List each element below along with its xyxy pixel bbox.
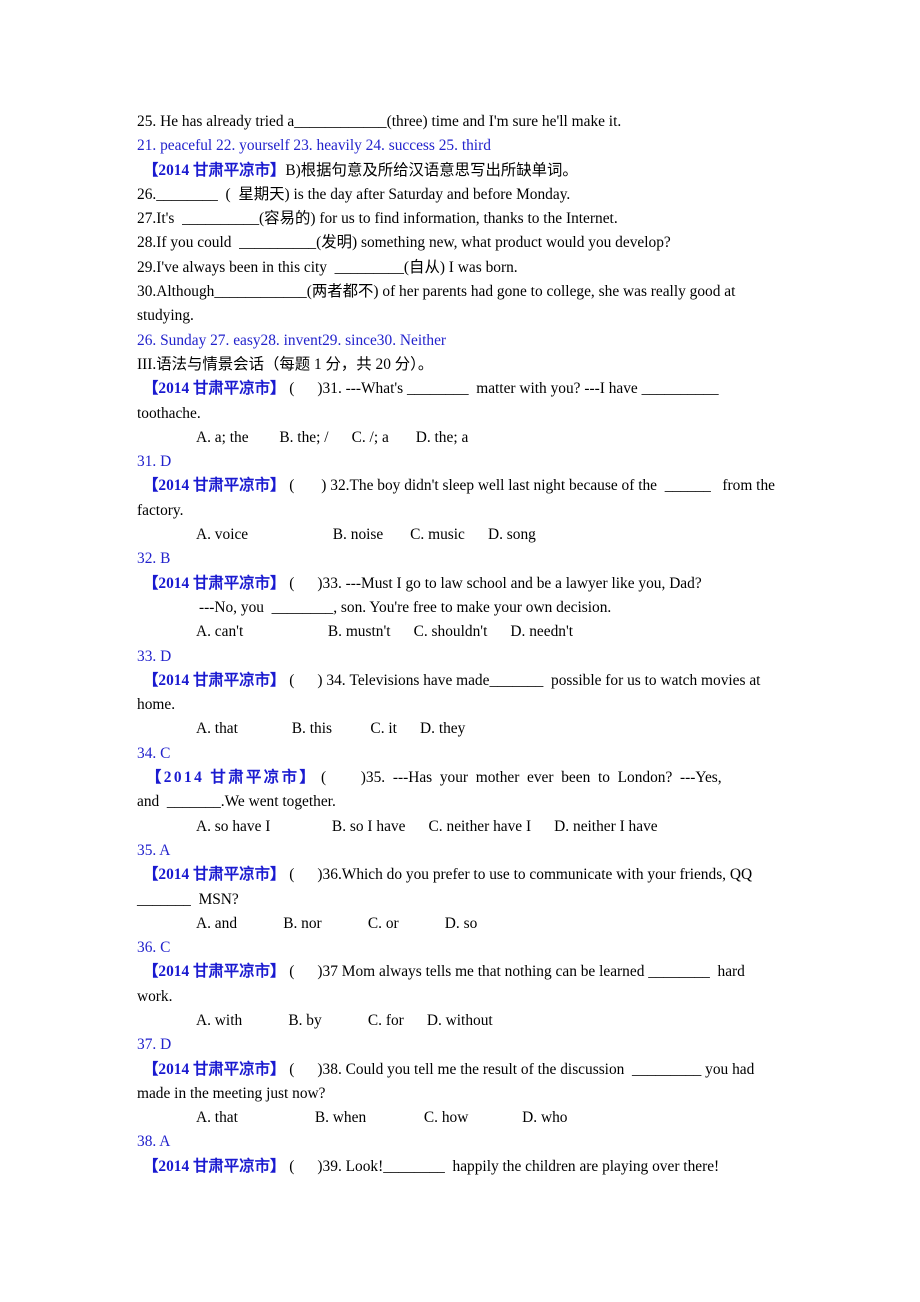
source-tag: 【2014 甘肃平凉市】	[143, 574, 286, 592]
answer-26-30: 26. Sunday 27. easy28. invent29. since30…	[137, 331, 447, 349]
source-tag: 【2014 甘肃平凉市】	[143, 963, 286, 981]
source-tag: 【2014 甘肃平凉市】	[143, 477, 286, 495]
question-33-text: ( )33. ---Must I go to law school and be…	[285, 574, 702, 592]
question-38-text: ( )38. Could you tell me the result of t…	[285, 1060, 755, 1078]
question-39-text: ( )39. Look!________ happily the childre…	[285, 1157, 720, 1175]
question-34-line2: home.	[137, 696, 176, 714]
question-33-options: A. can't B. mustn't C. shouldn't D. need…	[196, 623, 574, 641]
question-34-options: A. that B. this C. it D. they	[196, 720, 466, 738]
question-36-options: A. and B. nor C. or D. so	[196, 914, 478, 932]
answer-36: 36. C	[137, 939, 171, 957]
source-tag: 【2014 甘肃平凉市】	[143, 161, 286, 179]
source-tag: 【2014 甘肃平凉市】	[143, 866, 286, 884]
question-36-line2: _______ MSN?	[137, 890, 239, 908]
question-36-text: ( )36.Which do you prefer to use to comm…	[285, 866, 753, 884]
question-36-line1: 【2014 甘肃平凉市】 ( )36.Which do you prefer t…	[137, 863, 785, 887]
document-content: 25. He has already tried a____________(t…	[137, 110, 785, 1179]
source-tag: 【2014 甘肃平凉市】	[146, 769, 318, 787]
answer-37: 37. D	[137, 1036, 172, 1054]
question-33-line2: ---No, you ________, son. You're free to…	[199, 598, 612, 616]
answer-35: 35. A	[137, 841, 171, 859]
answer-34: 34. C	[137, 744, 171, 762]
question-35-line2: and _______.We went together.	[137, 793, 336, 811]
question-33-line1: 【2014 甘肃平凉市】 ( )33. ---Must I go to law …	[137, 572, 785, 596]
question-38-line2: made in the meeting just now?	[137, 1084, 326, 1102]
question-32-line2: factory.	[137, 501, 184, 519]
answer-38: 38. A	[137, 1133, 171, 1151]
question-28: 28.If you could __________(发明) something…	[137, 234, 671, 252]
section-b-instruction-line: 【2014 甘肃平凉市】B)根据句意及所给汉语意思写出所缺单词。	[137, 159, 785, 183]
question-37-line2: work.	[137, 987, 173, 1005]
question-32-options: A. voice B. noise C. music D. song	[196, 526, 536, 544]
question-30-line2: studying.	[137, 307, 194, 325]
source-tag: 【2014 甘肃平凉市】	[143, 1157, 286, 1175]
answer-33: 33. D	[137, 647, 172, 665]
source-tag: 【2014 甘肃平凉市】	[143, 1060, 286, 1078]
question-37-line1: 【2014 甘肃平凉市】 ( )37 Mom always tells me t…	[137, 960, 785, 984]
question-26: 26.________ ( 星期天) is the day after Satu…	[137, 185, 571, 203]
question-35-text: ( )35. ---Has your mother ever been to L…	[317, 769, 722, 787]
question-27: 27.It's __________(容易的) for us to find i…	[137, 210, 618, 228]
question-35-line1: 【2014 甘肃平凉市】 ( )35. ---Has your mother e…	[137, 766, 785, 790]
question-29: 29.I've always been in this city _______…	[137, 258, 518, 276]
document-page: 25. He has already tried a____________(t…	[0, 0, 920, 1302]
question-31-options: A. a; the B. the; / C. /; a D. the; a	[196, 428, 469, 446]
question-32-text: ( ) 32.The boy didn't sleep well last ni…	[285, 477, 775, 495]
question-38-line1: 【2014 甘肃平凉市】 ( )38. Could you tell me th…	[137, 1058, 785, 1082]
answer-21-25: 21. peaceful 22. yourself 23. heavily 24…	[137, 137, 491, 155]
question-37-text: ( )37 Mom always tells me that nothing c…	[285, 963, 745, 981]
question-37-options: A. with B. by C. for D. without	[196, 1011, 493, 1029]
question-39-line1: 【2014 甘肃平凉市】 ( )39. Look!________ happil…	[137, 1155, 785, 1179]
question-25: 25. He has already tried a____________(t…	[137, 113, 622, 130]
question-30-line1: 30.Although____________(两者都不) of her par…	[137, 283, 736, 301]
question-32-line1: 【2014 甘肃平凉市】 ( ) 32.The boy didn't sleep…	[137, 474, 785, 498]
question-34-text: ( ) 34. Televisions have made_______ pos…	[285, 671, 761, 689]
section-b-instruction: B)根据句意及所给汉语意思写出所缺单词。	[285, 161, 578, 179]
question-31-line2: toothache.	[137, 404, 201, 422]
source-tag: 【2014 甘肃平凉市】	[143, 671, 286, 689]
section-3-heading: III.语法与情景会话（每题 1 分，共 20 分）。	[137, 355, 434, 373]
question-31-line1: 【2014 甘肃平凉市】 ( )31. ---What's ________ m…	[137, 377, 785, 401]
question-31-text: ( )31. ---What's ________ matter with yo…	[285, 380, 719, 398]
answer-32: 32. B	[137, 550, 171, 568]
answer-31: 31. D	[137, 453, 172, 471]
question-38-options: A. that B. when C. how D. who	[196, 1109, 568, 1127]
question-35-options: A. so have I B. so I have C. neither hav…	[196, 817, 658, 835]
question-34-line1: 【2014 甘肃平凉市】 ( ) 34. Televisions have ma…	[137, 669, 785, 693]
source-tag: 【2014 甘肃平凉市】	[143, 380, 286, 398]
